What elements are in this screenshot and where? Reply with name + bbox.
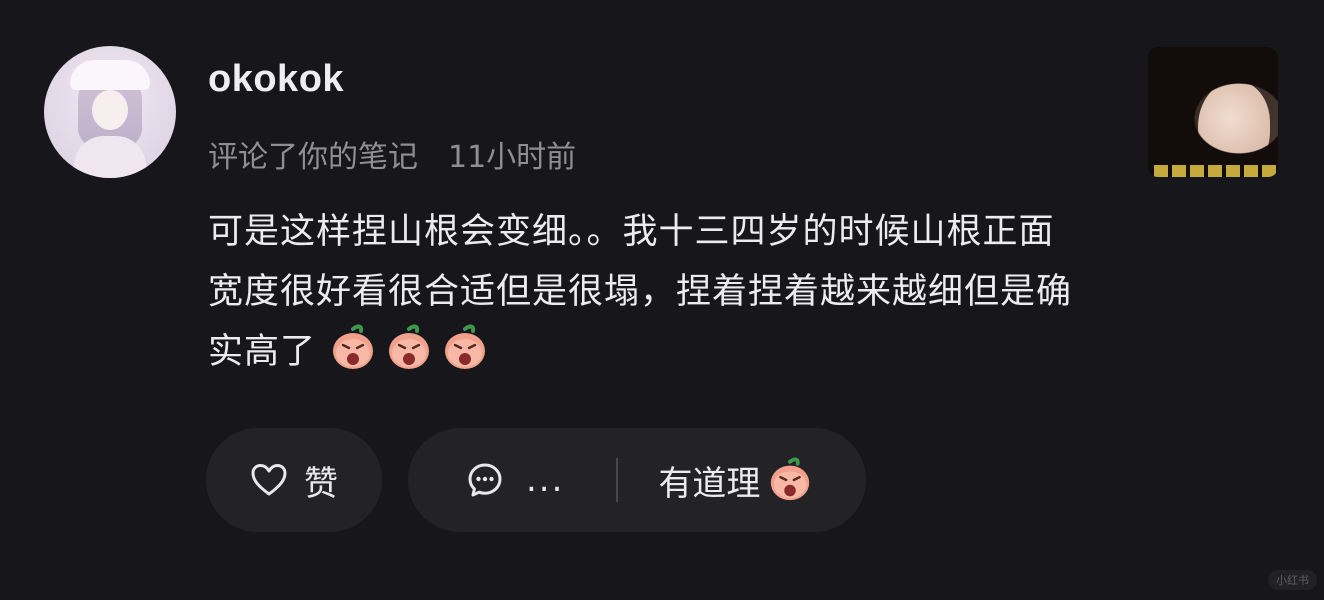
crying-peach-icon [328, 323, 378, 373]
divider [616, 458, 619, 502]
crying-peach-icon [440, 323, 490, 373]
heart-icon [250, 463, 288, 497]
chat-bubble-icon[interactable] [466, 461, 504, 499]
reply-bar[interactable]: ... 有道理 [408, 428, 866, 532]
quick-reply-text[interactable]: 有道理 [658, 456, 760, 505]
emoji-row [328, 324, 496, 372]
like-button[interactable]: 赞 [206, 428, 382, 532]
action-text: 评论了你的笔记 [208, 140, 418, 175]
timestamp: 11小时前 [448, 140, 577, 175]
crying-peach-icon [766, 456, 814, 504]
more-label[interactable]: ... [526, 460, 564, 500]
comment-body: 可是这样捏山根会变细。。我十三四岁的时候山根正面宽度很好看很合适但是很塌，捏着捏… [208, 202, 1088, 382]
note-thumbnail[interactable] [1148, 47, 1278, 177]
like-label: 赞 [304, 463, 338, 504]
comment-meta: 评论了你的笔记 11小时前 [208, 132, 576, 176]
watermark: 小红书 [1268, 570, 1317, 590]
user-avatar[interactable] [44, 46, 176, 178]
crying-peach-icon [384, 323, 434, 373]
username[interactable]: okokok [208, 58, 344, 101]
